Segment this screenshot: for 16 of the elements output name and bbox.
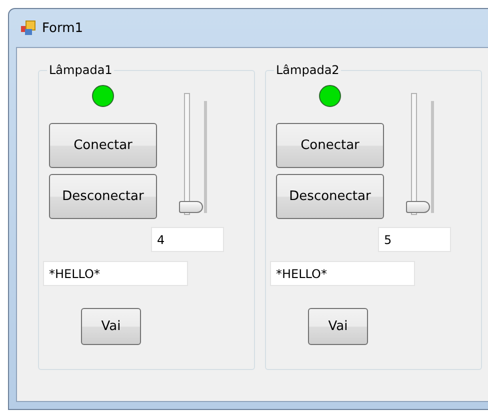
- connect-button[interactable]: Conectar: [49, 123, 157, 168]
- group-title: Lâmpada2: [274, 63, 342, 77]
- message-field[interactable]: *HELLO*: [270, 261, 415, 286]
- disconnect-button[interactable]: Desconectar: [276, 174, 384, 219]
- number-field[interactable]: 5: [378, 227, 451, 252]
- go-button[interactable]: Vai: [81, 308, 141, 345]
- slider-thumb[interactable]: [406, 201, 430, 213]
- group-title: Lâmpada1: [47, 63, 114, 77]
- connect-button[interactable]: Conectar: [276, 123, 384, 168]
- slider-thumb[interactable]: [179, 201, 203, 213]
- app-icon: [20, 20, 36, 36]
- window-title: Form1: [42, 20, 84, 36]
- message-field[interactable]: *HELLO*: [43, 261, 188, 286]
- disconnect-button[interactable]: Desconectar: [49, 174, 157, 219]
- number-field[interactable]: 4: [151, 227, 224, 252]
- go-button[interactable]: Vai: [308, 308, 368, 345]
